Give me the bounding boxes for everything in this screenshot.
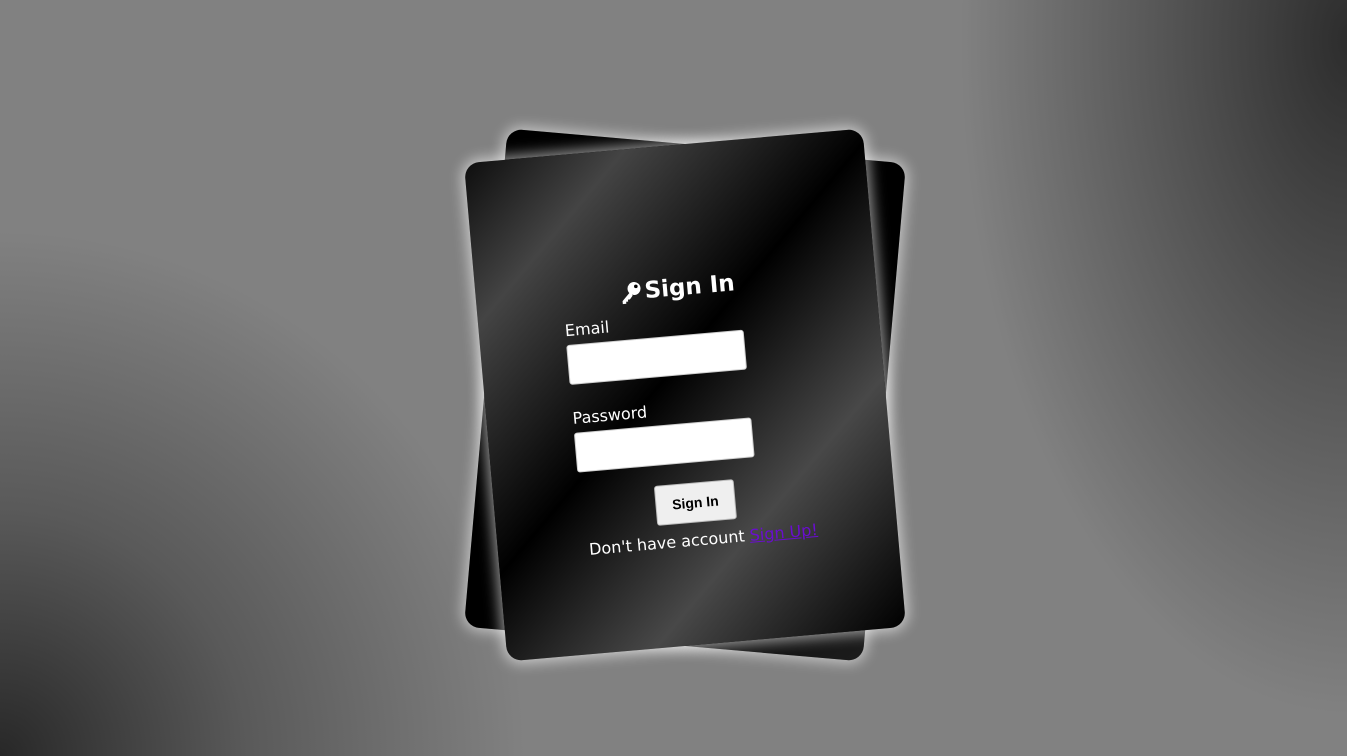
sign-up-link[interactable]: Sign Up! [749,520,819,545]
signin-title-text: Sign In [643,270,736,305]
signup-prompt: Don't have account [588,526,746,559]
key-icon [622,282,641,305]
signin-card: Sign In Email Password Sign In Don't hav… [463,128,907,662]
email-field[interactable] [566,329,748,386]
password-field[interactable] [573,417,755,473]
sign-in-button[interactable]: Sign In [653,479,738,526]
signin-form: Sign In Email Password Sign In Don't hav… [561,265,818,559]
